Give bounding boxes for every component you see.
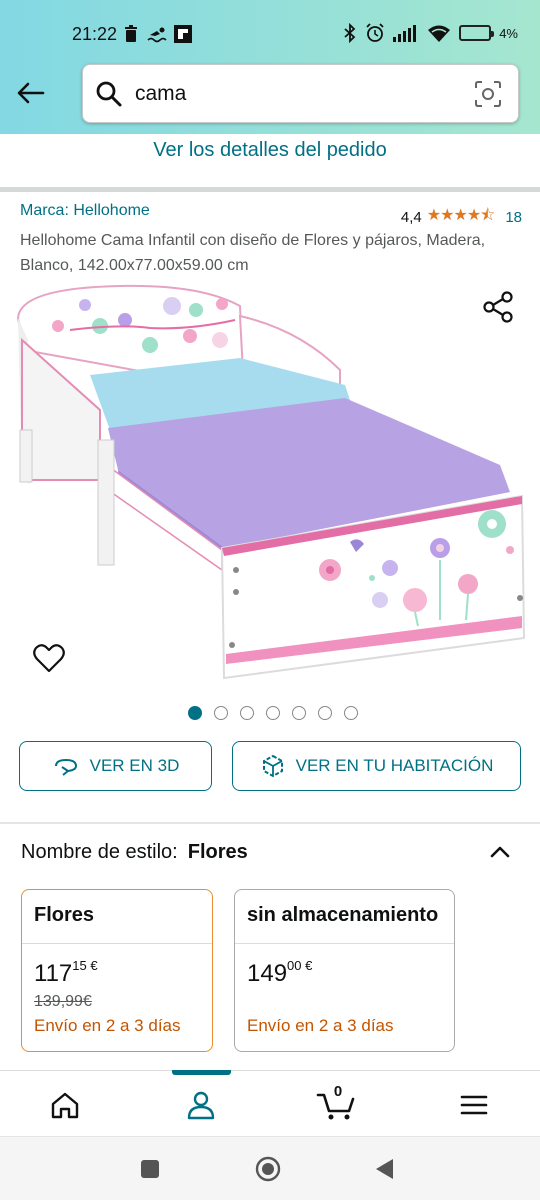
battery-icon bbox=[459, 25, 495, 41]
section-divider bbox=[0, 822, 540, 824]
search-icon bbox=[96, 81, 122, 107]
rotate-3d-icon bbox=[54, 758, 77, 776]
battery-level: 4% bbox=[499, 25, 518, 41]
nav-cart[interactable]: 0 bbox=[314, 1083, 358, 1125]
rating-value: 4,4 bbox=[400, 209, 422, 226]
ar-cube-icon bbox=[262, 754, 283, 778]
home-icon bbox=[51, 1092, 79, 1119]
order-details-link[interactable]: Ver los detalles del pedido bbox=[0, 134, 540, 188]
style-option-price: 11715 € bbox=[34, 958, 98, 988]
bottom-navigation: 0 bbox=[0, 1070, 540, 1136]
price-whole: 117 bbox=[34, 960, 73, 987]
rating-count: 18 bbox=[505, 209, 522, 226]
pagination-dot[interactable] bbox=[292, 706, 306, 720]
flipboard-icon bbox=[174, 25, 192, 43]
swim-icon bbox=[147, 27, 167, 43]
back-button[interactable] bbox=[14, 76, 48, 110]
status-right-icons: 4% bbox=[343, 23, 518, 43]
camera-scan-icon[interactable] bbox=[474, 80, 502, 108]
search-bar[interactable] bbox=[82, 64, 519, 123]
product-image[interactable] bbox=[0, 280, 540, 700]
section-divider bbox=[0, 187, 540, 192]
alarm-icon bbox=[366, 23, 384, 42]
cart-count: 0 bbox=[333, 1083, 343, 1100]
nav-account[interactable] bbox=[179, 1085, 223, 1125]
triangle-back-icon bbox=[376, 1159, 393, 1179]
back-system-button[interactable] bbox=[370, 1155, 398, 1183]
brand-link[interactable]: Marca: Hellohome bbox=[20, 202, 150, 220]
rating-summary[interactable]: 4,4 ★★★★⯪ 18 bbox=[401, 204, 522, 231]
hamburger-menu-icon bbox=[460, 1095, 488, 1115]
style-selected-value: Flores bbox=[187, 841, 248, 863]
image-pagination bbox=[0, 706, 540, 720]
user-icon bbox=[187, 1091, 215, 1120]
status-bar: 21:22 4% bbox=[0, 0, 540, 64]
pagination-dot[interactable] bbox=[344, 706, 358, 720]
style-option-old-price: 139,99€ bbox=[34, 993, 92, 1010]
pagination-dot[interactable] bbox=[318, 706, 332, 720]
pagination-dot[interactable] bbox=[266, 706, 280, 720]
star-rating-icon: ★★★★⯪ bbox=[426, 207, 496, 224]
status-time: 21:22 bbox=[72, 24, 118, 44]
top-header: 21:22 4% bbox=[0, 0, 540, 134]
price-fraction: 00 € bbox=[287, 958, 313, 973]
search-input[interactable] bbox=[135, 77, 455, 111]
share-icon[interactable] bbox=[482, 290, 516, 324]
style-option-card[interactable]: sin almacenamiento 14900 € Envío en 2 a … bbox=[234, 889, 455, 1052]
heart-icon[interactable] bbox=[32, 642, 66, 674]
pagination-dot[interactable] bbox=[188, 706, 202, 720]
style-option-name: sin almacenamiento bbox=[235, 890, 454, 944]
square-icon bbox=[141, 1160, 159, 1178]
nav-home[interactable] bbox=[43, 1085, 87, 1125]
pagination-dot[interactable] bbox=[240, 706, 254, 720]
style-label: Nombre de estilo: bbox=[21, 841, 178, 863]
bluetooth-icon bbox=[344, 23, 356, 43]
wifi-icon bbox=[428, 25, 451, 42]
price-fraction: 15 € bbox=[72, 958, 98, 973]
style-option-shipping: Envío en 2 a 3 días bbox=[34, 1016, 181, 1035]
recent-apps-button[interactable] bbox=[136, 1155, 164, 1183]
signal-icon bbox=[393, 25, 417, 42]
product-title: Hellohome Cama Infantil con diseño de Fl… bbox=[20, 232, 486, 274]
active-tab-indicator bbox=[172, 1070, 231, 1075]
view-3d-button[interactable]: VER EN 3D bbox=[19, 741, 212, 791]
nav-menu[interactable] bbox=[452, 1085, 496, 1125]
style-option-name: Flores bbox=[22, 890, 212, 944]
style-option-price: 14900 € bbox=[247, 958, 312, 988]
system-navigation-bar bbox=[0, 1136, 540, 1200]
circle-home-icon bbox=[255, 1156, 281, 1182]
price-whole: 149 bbox=[247, 960, 288, 987]
view-in-room-label: VER EN TU HABITACIÓN bbox=[295, 756, 494, 775]
home-system-button[interactable] bbox=[254, 1155, 282, 1183]
chevron-up-icon[interactable] bbox=[486, 838, 514, 866]
view-3d-label: VER EN 3D bbox=[89, 756, 180, 775]
style-option-card[interactable]: Flores 11715 € 139,99€ Envío en 2 a 3 dí… bbox=[21, 889, 213, 1052]
style-option-shipping: Envío en 2 a 3 días bbox=[247, 1016, 394, 1035]
style-selector-header: Nombre de estilo: Flores bbox=[21, 841, 248, 864]
bed-illustration bbox=[16, 284, 526, 680]
view-in-room-button[interactable]: VER EN TU HABITACIÓN bbox=[232, 741, 521, 791]
pagination-dot[interactable] bbox=[214, 706, 228, 720]
trash-icon bbox=[125, 25, 137, 42]
arrow-left-icon bbox=[17, 82, 45, 104]
